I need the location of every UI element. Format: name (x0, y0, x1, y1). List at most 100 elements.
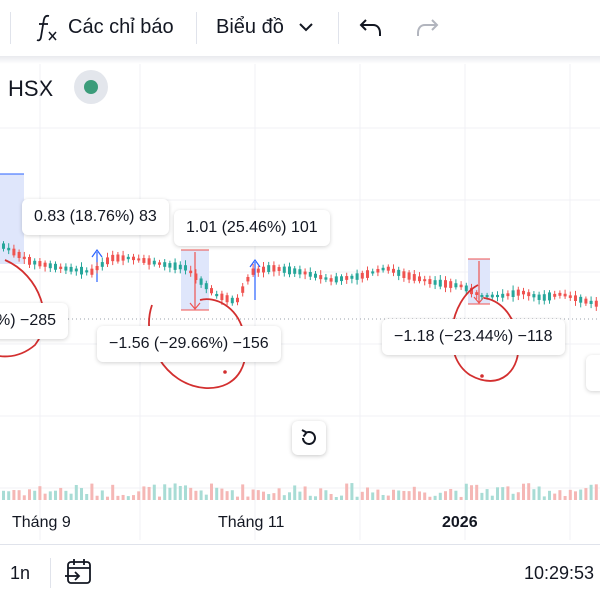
candle-body (574, 295, 577, 302)
candle-body (137, 258, 141, 261)
volume-bar (64, 490, 68, 500)
candle-body (511, 290, 515, 297)
calendar-arrow-icon[interactable] (64, 558, 94, 586)
volume-bar (59, 487, 63, 500)
candle-body (106, 257, 109, 265)
candle-body (444, 280, 447, 288)
volume-bar (558, 490, 562, 500)
reset-chart-button[interactable] (292, 421, 326, 455)
volume-bar (340, 495, 343, 500)
candlesticks (2, 241, 598, 311)
measure-label-2[interactable]: 0.83 (18.76%) 83 (22, 199, 169, 235)
indicators-button[interactable]: Các chỉ báo (68, 16, 174, 39)
candle-body (48, 263, 52, 269)
volume-bar (537, 486, 541, 500)
volume-bar (106, 496, 109, 500)
candle-body (496, 294, 499, 298)
candle-body (69, 266, 73, 272)
volume-bar (392, 489, 395, 500)
volume-bar (480, 492, 484, 500)
candle-body (230, 297, 234, 304)
clock-label: 10:29:53 (524, 563, 595, 583)
candle-body (340, 276, 343, 282)
volume-bar (594, 484, 598, 500)
candle-body (220, 293, 224, 301)
candle-body (485, 294, 489, 298)
measure-label-5[interactable]: −1.18 (−23.44%) −118 (382, 319, 565, 355)
volume-bar (532, 489, 536, 500)
candle-body (267, 265, 271, 272)
time-axis-label: Tháng 9 (12, 514, 71, 531)
volume-bar (527, 483, 531, 500)
candle-body (490, 294, 494, 298)
candle-body (433, 280, 437, 285)
candle-body (132, 256, 135, 261)
candle-body (568, 295, 572, 298)
toolbar-divider (10, 12, 11, 44)
volume-bar (22, 495, 26, 500)
function-fx-icon[interactable] (34, 10, 60, 44)
candle-body (293, 268, 297, 274)
volume-bar (225, 491, 229, 500)
volume-bar (371, 492, 375, 500)
candle-body (516, 289, 520, 296)
candle-body (314, 273, 317, 278)
volume-bar (584, 488, 588, 500)
candle-body (225, 295, 229, 303)
candle-body (111, 254, 115, 262)
candle-body (2, 243, 5, 249)
toolbar-divider (196, 12, 197, 44)
volume-bar (121, 494, 125, 500)
volume-bar (215, 487, 219, 500)
volume-bar (548, 490, 551, 500)
volume-bar (189, 487, 193, 500)
volume-bar (147, 486, 151, 500)
redo-icon[interactable] (414, 16, 440, 40)
volume-bar (522, 483, 525, 500)
candle-body (126, 256, 130, 260)
volume-bar (100, 490, 104, 500)
measure-label-4[interactable]: −1.56 (−29.66%) −156 (97, 326, 281, 362)
volume-bar (194, 490, 198, 500)
candle-body (449, 281, 453, 288)
candle-body (506, 293, 510, 297)
volume-bar (423, 492, 427, 500)
undo-icon[interactable] (358, 16, 384, 40)
chart-type-button[interactable]: Biểu đồ (216, 16, 284, 39)
volume-bar (418, 491, 421, 500)
interval-button[interactable]: 1n (10, 563, 30, 584)
measure-label-1[interactable]: %) −285 (0, 303, 69, 339)
candle-body (386, 266, 390, 271)
volume-bar (38, 486, 42, 500)
chevron-down-icon[interactable] (297, 18, 315, 36)
top-toolbar: Các chỉ báo Biểu đồ (0, 0, 600, 56)
volume-bar (173, 483, 177, 500)
candle-body (589, 300, 593, 304)
volume-bar (184, 485, 187, 500)
volume-bar (506, 486, 510, 500)
toolbar-divider (338, 12, 339, 44)
candle-body (537, 294, 541, 300)
volume-bar (95, 495, 99, 500)
volume-bar (85, 493, 89, 500)
volume-bar (246, 496, 250, 500)
volume-bar (236, 496, 239, 500)
volume-bar (568, 489, 572, 500)
candle-body (345, 276, 349, 280)
candle-body (402, 271, 406, 278)
candle-body (303, 271, 307, 275)
candle-body (43, 262, 47, 267)
chart-grid (0, 64, 600, 540)
candle-body (308, 271, 312, 277)
volume-bar (230, 490, 234, 500)
price-chart[interactable] (0, 64, 600, 544)
measure-label-6[interactable] (586, 355, 600, 391)
volume-bar (449, 488, 453, 500)
candle-body (241, 286, 245, 293)
measure-label-3[interactable]: 1.01 (25.46%) 101 (174, 210, 330, 246)
volume-bar (241, 484, 245, 500)
candle-body (85, 270, 89, 273)
volume-bar (381, 494, 385, 500)
candle-body (407, 272, 411, 280)
volume-bar (563, 496, 567, 500)
